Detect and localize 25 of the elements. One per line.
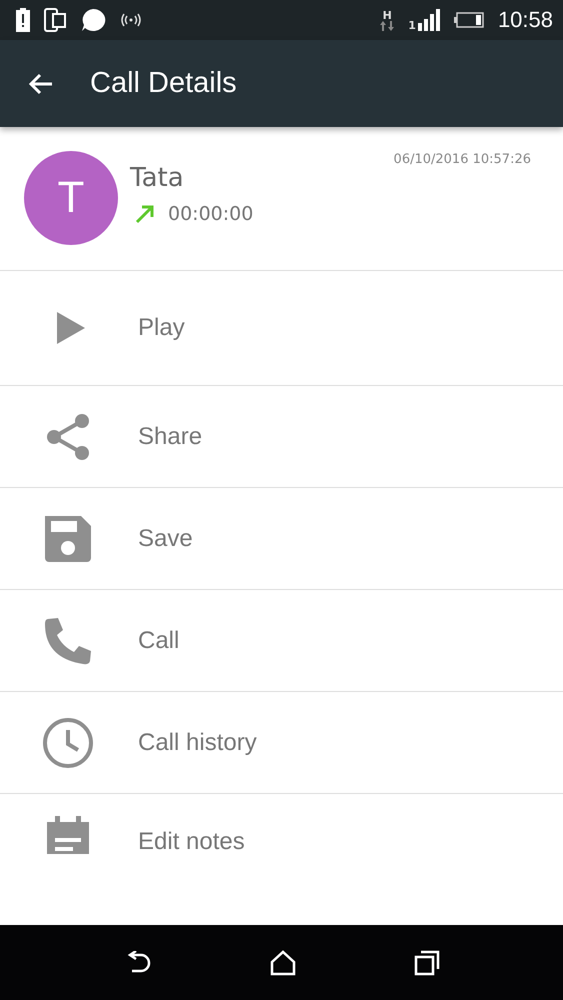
battery-alert-icon <box>16 8 30 32</box>
network-type: H <box>382 10 392 20</box>
chat-bubble-icon <box>80 8 106 32</box>
broadcast-icon <box>120 13 142 27</box>
call-timestamp: 06/10/2016 10:57:26 <box>394 152 531 167</box>
contact-name: Tata <box>130 162 185 192</box>
action-label[interactable]: Share <box>138 422 202 450</box>
data-arrows-icon <box>380 20 394 30</box>
action-label[interactable]: Edit notes <box>138 828 245 856</box>
action-label[interactable]: Play <box>138 314 185 342</box>
devices-icon <box>44 8 66 32</box>
signal-icon <box>418 9 440 31</box>
back-arrow-icon[interactable] <box>28 72 54 94</box>
screen-title: Call Details <box>90 67 237 100</box>
clock-icon <box>42 716 94 768</box>
recent-apps-icon[interactable] <box>414 950 440 976</box>
home-icon[interactable] <box>270 950 296 976</box>
action-label[interactable]: Call history <box>138 728 257 756</box>
call-duration: 00:00:00 <box>168 202 254 224</box>
action-label[interactable]: Save <box>138 524 193 552</box>
battery-icon <box>454 12 484 28</box>
contact-avatar: T <box>24 150 118 244</box>
sim-number: 1 <box>408 20 416 31</box>
clock-time: 10:58 <box>498 7 553 33</box>
action-label[interactable]: Call <box>138 626 180 654</box>
